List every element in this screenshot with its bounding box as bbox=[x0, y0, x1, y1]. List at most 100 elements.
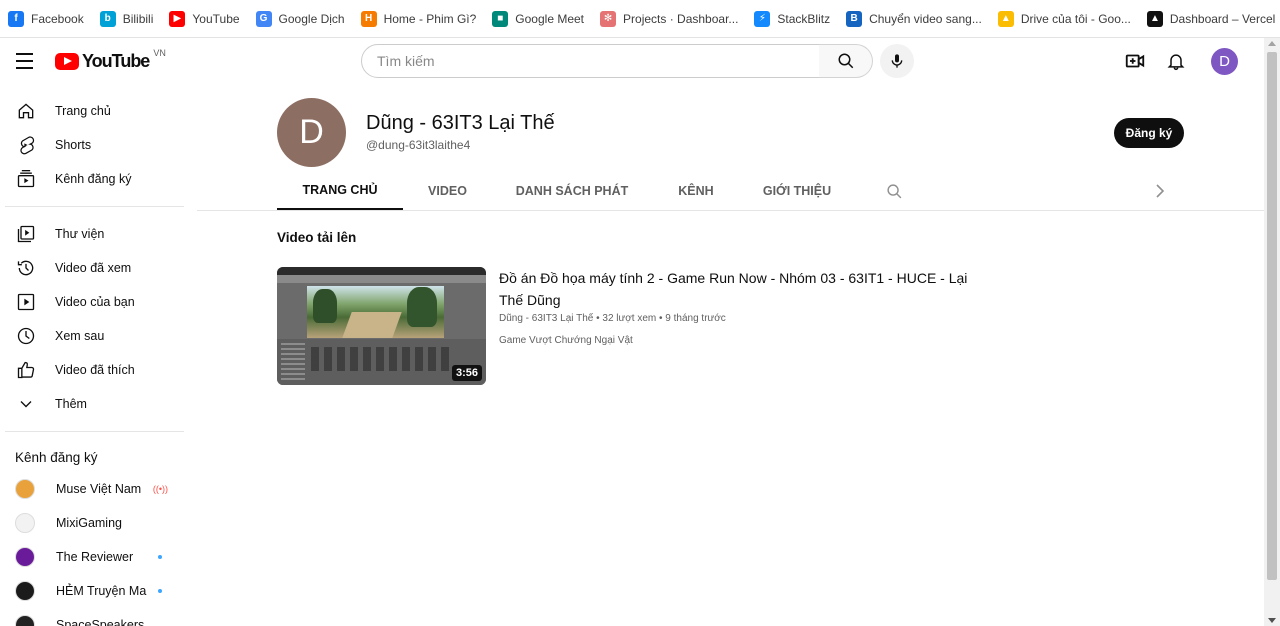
channel-name: Dũng - 63IT3 Lại Thế bbox=[366, 112, 555, 134]
search-input[interactable]: Tìm kiếm bbox=[361, 44, 820, 78]
channel-name-label: SpaceSpeakers bbox=[56, 618, 145, 626]
scroll-up-arrow[interactable] bbox=[1268, 41, 1276, 46]
channel-avatar-icon bbox=[15, 547, 35, 567]
subscription-channel[interactable]: MixiGaming bbox=[0, 506, 184, 540]
channel-avatar-icon bbox=[15, 581, 35, 601]
bookmark-label: Drive của tôi - Goo... bbox=[1020, 11, 1131, 26]
vercel-icon: ▲ bbox=[1146, 10, 1163, 27]
notifications-button[interactable] bbox=[1164, 49, 1188, 73]
google-drive-icon: ▲ bbox=[997, 10, 1014, 27]
sidebar-item[interactable]: Xem sau bbox=[0, 319, 184, 353]
video-title[interactable]: Đồ án Đồ họa máy tính 2 - Game Run Now -… bbox=[499, 267, 979, 311]
youtube-play-icon bbox=[55, 53, 79, 70]
create-video-button[interactable] bbox=[1123, 49, 1147, 73]
bookmark-item[interactable]: ▲ Dashboard – Vercel bbox=[1146, 0, 1276, 38]
bookmark-label: StackBlitz bbox=[777, 11, 831, 26]
scroll-down-arrow[interactable] bbox=[1268, 618, 1276, 623]
channel-tab[interactable]: DANH SÁCH PHÁT bbox=[492, 172, 652, 210]
stackblitz-icon: ⚡ bbox=[754, 10, 771, 27]
channel-tab[interactable]: TRANG CHỦ bbox=[277, 172, 403, 210]
video-age: 9 tháng trước bbox=[665, 313, 726, 324]
sidebar-item[interactable]: Video đã xem bbox=[0, 251, 184, 285]
bookmarks-bar: f Facebook b Bilibili ▶ YouTube G Google Dịch H H… bbox=[0, 0, 1280, 38]
tabs-divider bbox=[197, 210, 1264, 211]
video-views: 32 lượt xem bbox=[602, 313, 657, 324]
sidebar-item-label: Xem sau bbox=[55, 329, 105, 343]
sidebar-divider bbox=[5, 431, 184, 432]
bookmark-item[interactable]: ⚡ StackBlitz bbox=[754, 0, 830, 38]
projects-icon: ✻ bbox=[600, 10, 617, 27]
sidebar-item[interactable]: Trang chủ bbox=[0, 94, 184, 128]
search-button[interactable] bbox=[819, 44, 873, 78]
channel-name-label: MixiGaming bbox=[56, 516, 122, 530]
facebook-icon: f bbox=[8, 10, 24, 27]
liked-icon bbox=[15, 359, 37, 381]
sidebar-item[interactable]: Kênh đăng ký bbox=[0, 162, 184, 196]
video-meta: Dũng - 63IT3 Lại Thế • 32 lượt xem • 9 t… bbox=[499, 313, 726, 324]
watch-later-icon bbox=[15, 325, 37, 347]
sidebar-item-label: Trang chủ bbox=[55, 104, 111, 118]
voice-search-button[interactable] bbox=[880, 44, 914, 78]
thumbnail-tree bbox=[313, 289, 337, 323]
subscriptions-heading: Kênh đăng ký bbox=[15, 449, 98, 465]
sidebar-item[interactable]: Video đã thích bbox=[0, 353, 184, 387]
channel-avatar[interactable]: D bbox=[277, 98, 346, 167]
youtube-logo[interactable]: YouTube VN bbox=[55, 48, 166, 72]
bookmark-item[interactable]: ■ Google Meet bbox=[492, 0, 584, 38]
video-channel[interactable]: Dũng - 63IT3 Lại Thế bbox=[499, 313, 593, 324]
bookmark-label: Bilibili bbox=[122, 11, 154, 26]
bookmark-item[interactable]: f Facebook bbox=[8, 0, 84, 38]
bookmark-item[interactable]: ▶ YouTube bbox=[169, 0, 240, 38]
google-meet-icon: ■ bbox=[492, 10, 509, 27]
sidebar-item[interactable]: Thêm bbox=[0, 387, 184, 421]
google-translate-icon: G bbox=[255, 10, 272, 27]
sidebar-item-label: Kênh đăng ký bbox=[55, 172, 132, 186]
subscription-channel[interactable]: SpaceSpeakers bbox=[0, 608, 184, 626]
menu-icon[interactable] bbox=[12, 46, 38, 76]
history-icon bbox=[15, 257, 37, 279]
subscription-channel[interactable]: The Reviewer bbox=[0, 540, 184, 574]
scroll-thumb[interactable] bbox=[1267, 52, 1277, 580]
subscription-channel[interactable]: HẺM Truyện Ma bbox=[0, 574, 184, 608]
video-duration: 3:56 bbox=[451, 365, 482, 381]
sidebar-item-label: Video đã xem bbox=[55, 261, 132, 275]
account-avatar[interactable]: D bbox=[1211, 48, 1238, 75]
channel-tab[interactable]: GIỚI THIỆU bbox=[740, 172, 854, 210]
new-content-dot bbox=[158, 589, 162, 593]
bookmark-label: Dashboard – Vercel bbox=[1169, 11, 1276, 26]
logo-text: YouTube bbox=[82, 51, 150, 71]
your-videos-icon bbox=[15, 291, 37, 313]
uploads-section-title[interactable]: Video tải lên bbox=[277, 230, 356, 245]
masthead: YouTube VN Tìm kiếm D bbox=[0, 38, 1264, 84]
bookmark-label: Google Meet bbox=[515, 11, 585, 26]
sidebar-item[interactable]: Thư viện bbox=[0, 217, 184, 251]
bookmark-item[interactable]: b Bilibili bbox=[99, 0, 154, 38]
thumbnail-tree bbox=[407, 287, 437, 327]
page-scrollbar[interactable] bbox=[1264, 38, 1280, 626]
bookmark-item[interactable]: H Home - Phim Gì? bbox=[360, 0, 476, 38]
channel-avatar-icon bbox=[15, 615, 35, 626]
sidebar-item[interactable]: Shorts bbox=[0, 128, 184, 162]
bookmark-item[interactable]: ▲ Drive của tôi - Goo... bbox=[997, 0, 1131, 38]
subscribe-button[interactable]: Đăng ký bbox=[1114, 118, 1184, 148]
bookmark-item[interactable]: ✻ Projects · Dashboar... bbox=[600, 0, 738, 38]
bilibili-icon: b bbox=[99, 10, 116, 27]
channel-name-label: HẺM Truyện Ma bbox=[56, 584, 147, 598]
thumbnail-editor-titlebar bbox=[277, 267, 486, 275]
tab-search-icon[interactable] bbox=[885, 172, 903, 210]
sidebar-item-label: Video của bạn bbox=[55, 295, 135, 309]
tabs-next-button[interactable] bbox=[1153, 172, 1167, 210]
bookmark-item[interactable]: B Chuyển video sang... bbox=[846, 0, 982, 38]
sidebar-item-label: Thêm bbox=[55, 397, 87, 411]
channel-tab[interactable]: KÊNH bbox=[652, 172, 740, 210]
sidebar-item[interactable]: Video của bạn bbox=[0, 285, 184, 319]
sidebar-divider bbox=[5, 206, 184, 207]
bookmark-item[interactable]: G Google Dịch bbox=[255, 0, 345, 38]
channel-tab[interactable]: VIDEO bbox=[403, 172, 492, 210]
convert-icon: B bbox=[846, 10, 863, 27]
channel-name-label: The Reviewer bbox=[56, 550, 134, 564]
subscription-channel[interactable]: Muse Việt Nam ((•)) bbox=[0, 472, 184, 506]
sidebar-item-label: Thư viện bbox=[55, 227, 105, 241]
sidebar: Trang chủ Shorts Kênh đăng ký Thư viện Vide… bbox=[0, 94, 184, 626]
video-thumbnail[interactable]: 3:56 bbox=[277, 267, 486, 385]
